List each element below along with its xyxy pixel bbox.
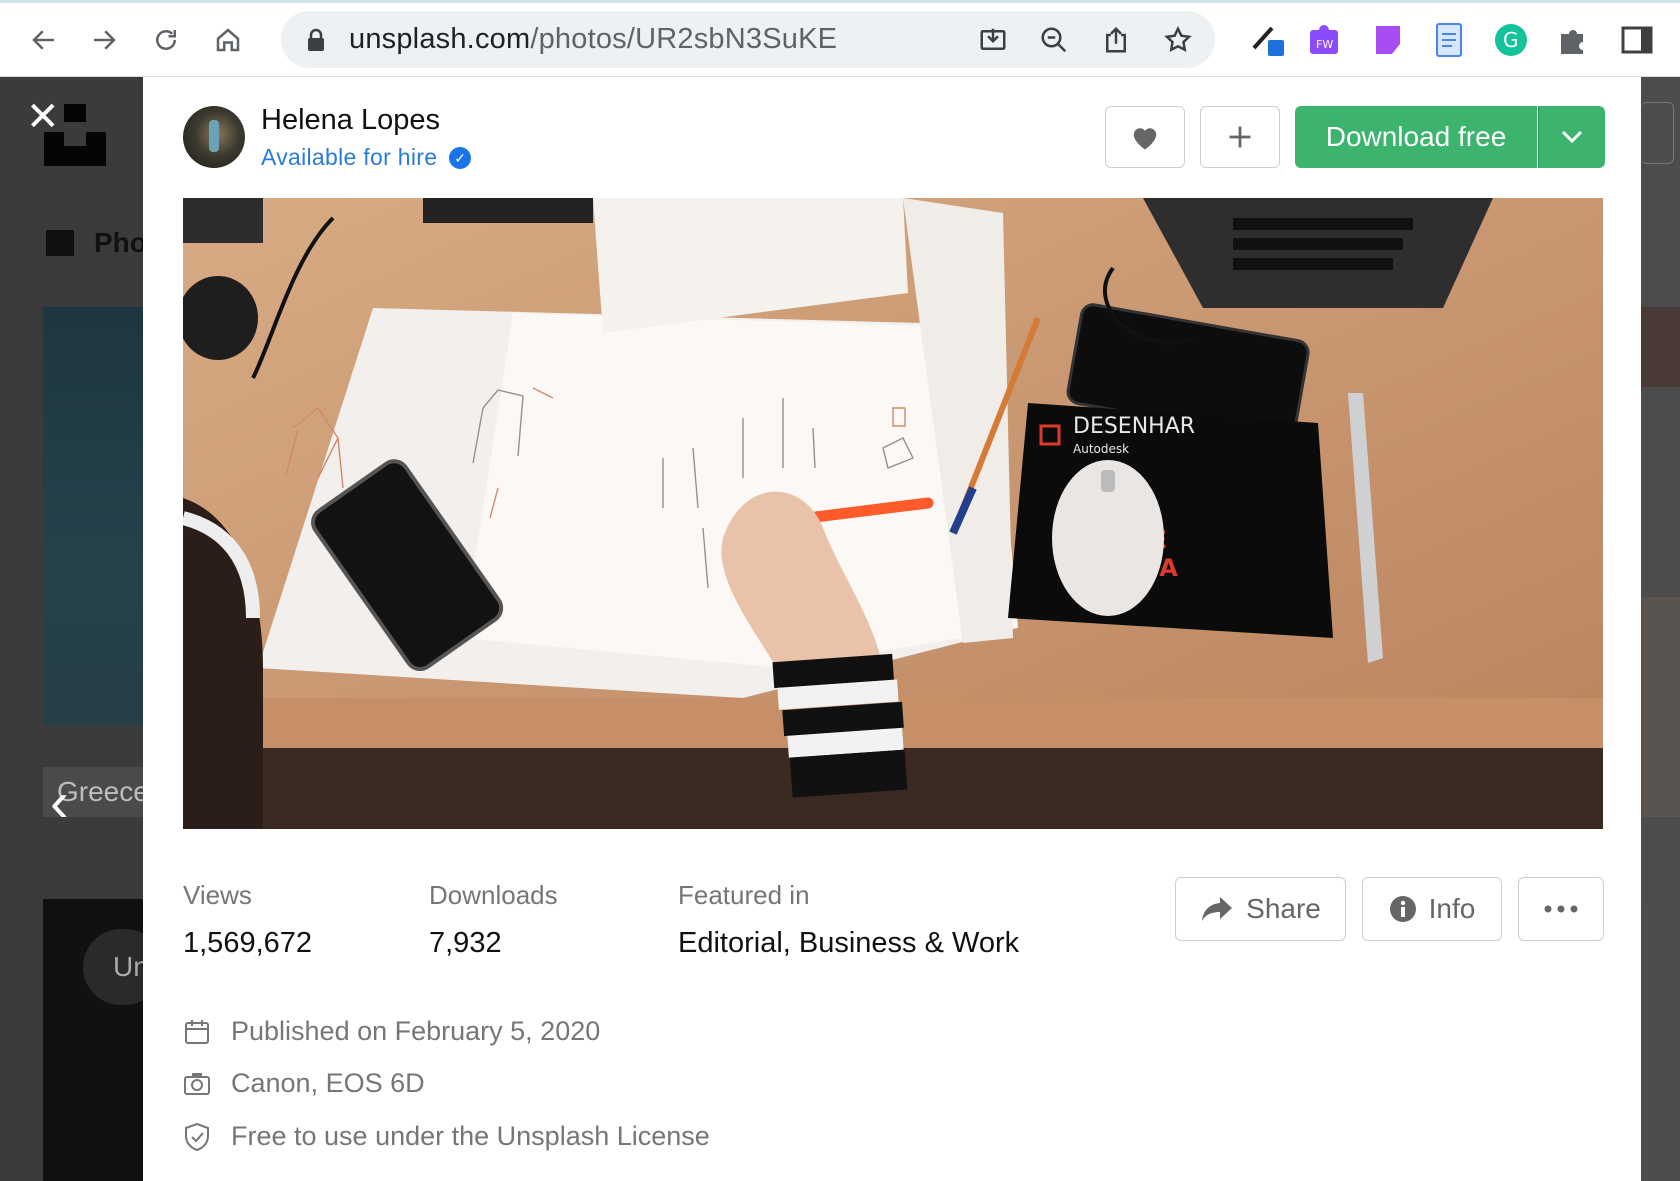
eyedropper-icon <box>1252 26 1284 56</box>
bookmark-button[interactable] <box>1161 23 1195 57</box>
extensions-menu[interactable] <box>1553 20 1593 60</box>
photo-illustration: DESENHAR Autodesk CÊ ISA <box>183 198 1603 829</box>
available-for-hire-link[interactable]: Available for hire ✓ <box>261 144 472 171</box>
download-size-dropdown[interactable] <box>1538 106 1605 168</box>
home-button[interactable] <box>206 18 250 62</box>
mousepad-brand: Autodesk <box>1073 442 1129 456</box>
address-bar[interactable]: unsplash.com/photos/UR2sbN3SuKE <box>281 11 1215 68</box>
url-domain: unsplash.com <box>349 23 531 55</box>
svg-text:G: G <box>1503 28 1519 52</box>
url-text[interactable]: unsplash.com/photos/UR2sbN3SuKE <box>349 23 837 56</box>
camera-icon <box>183 1070 211 1098</box>
reload-icon <box>156 30 176 50</box>
note-icon <box>1376 26 1400 54</box>
info-icon <box>1389 896 1416 922</box>
extension-grammarly[interactable]: G <box>1491 20 1531 60</box>
next-photo-button[interactable] <box>1641 102 1674 164</box>
ellipsis-icon <box>1544 905 1578 913</box>
downloads-label: Downloads <box>429 880 558 910</box>
browser-toolbar: unsplash.com/photos/UR2sbN3SuKE FW G <box>0 0 1680 77</box>
author-name[interactable]: Helena Lopes <box>261 104 440 137</box>
camera-model[interactable]: Canon, EOS 6D <box>231 1068 425 1099</box>
share-page-button[interactable] <box>1099 23 1133 57</box>
arrow-right-icon <box>94 30 116 50</box>
close-modal-button[interactable]: ✕ <box>26 97 62 137</box>
add-to-collection-button[interactable] <box>1200 106 1280 168</box>
star-icon <box>1164 25 1192 53</box>
shield-check-icon <box>183 1122 211 1151</box>
avatar[interactable] <box>183 106 245 168</box>
install-icon <box>980 28 1006 50</box>
url-path: /photos/UR2sbN3SuKE <box>530 23 838 55</box>
extension-purple-note[interactable] <box>1368 20 1408 60</box>
zoom-out-icon <box>1041 27 1067 53</box>
photos-tab[interactable]: Pho <box>46 227 147 259</box>
share-label: Share <box>1246 893 1321 924</box>
document-icon <box>1436 23 1462 57</box>
tab-strip-edge <box>0 0 1680 3</box>
extension-colorpicker[interactable] <box>1248 20 1288 60</box>
side-panel-button[interactable] <box>1617 20 1657 60</box>
svg-text:FW: FW <box>1316 38 1333 51</box>
forward-button[interactable] <box>82 18 126 62</box>
main-photo[interactable]: DESENHAR Autodesk CÊ ISA <box>183 198 1603 829</box>
image-icon <box>46 230 74 256</box>
share-button[interactable]: Share <box>1175 877 1346 941</box>
background-thumbnail[interactable] <box>43 307 143 725</box>
download-button[interactable]: Download free <box>1295 106 1537 168</box>
views-value: 1,569,672 <box>183 927 313 959</box>
downloads-value: 7,932 <box>429 927 502 959</box>
featured-label: Featured in <box>678 880 810 910</box>
background-right-column <box>1641 77 1680 1181</box>
puzzle-fw-icon: FW <box>1310 25 1338 54</box>
plus-icon <box>1229 126 1251 148</box>
views-label: Views <box>183 880 252 910</box>
featured-value[interactable]: Editorial, Business & Work <box>678 927 1019 960</box>
published-row: Published on February 5, 2020 <box>183 1016 600 1047</box>
back-button[interactable] <box>22 18 66 62</box>
lock-icon <box>308 28 324 51</box>
background-card[interactable]: Un <box>43 899 163 1181</box>
photos-tab-label: Pho <box>94 227 147 258</box>
license-row: Free to use under the Unsplash License <box>183 1121 710 1152</box>
photo-modal: Helena Lopes Available for hire ✓ Downlo… <box>143 77 1641 1181</box>
extension-fw[interactable]: FW <box>1306 20 1346 60</box>
arrow-left-icon <box>32 30 54 50</box>
more-actions-button[interactable] <box>1518 877 1604 941</box>
reload-button[interactable] <box>144 18 188 62</box>
camera-row: Canon, EOS 6D <box>183 1068 425 1099</box>
home-icon <box>216 28 240 52</box>
share-icon <box>1106 26 1126 53</box>
extension-docs[interactable] <box>1428 20 1468 60</box>
install-app-button[interactable] <box>976 23 1010 57</box>
grammarly-icon: G <box>1495 24 1527 56</box>
heart-icon <box>1133 128 1157 150</box>
info-button[interactable]: Info <box>1362 877 1502 941</box>
verified-check-icon: ✓ <box>449 146 472 169</box>
hire-label: Available for hire <box>261 144 438 170</box>
like-button[interactable] <box>1105 106 1185 168</box>
puzzle-icon <box>1561 30 1583 54</box>
zoom-button[interactable] <box>1037 23 1071 57</box>
previous-photo-button[interactable]: ‹ <box>50 774 69 830</box>
side-panel-icon <box>1621 26 1653 54</box>
share-arrow-icon <box>1202 897 1233 921</box>
chevron-down-icon <box>1561 130 1583 144</box>
mousepad-title: DESENHAR <box>1073 414 1195 439</box>
published-date: Published on February 5, 2020 <box>231 1016 601 1046</box>
info-label: Info <box>1428 893 1476 924</box>
license-text[interactable]: Free to use under the Unsplash License <box>231 1121 710 1152</box>
calendar-icon <box>183 1018 211 1046</box>
